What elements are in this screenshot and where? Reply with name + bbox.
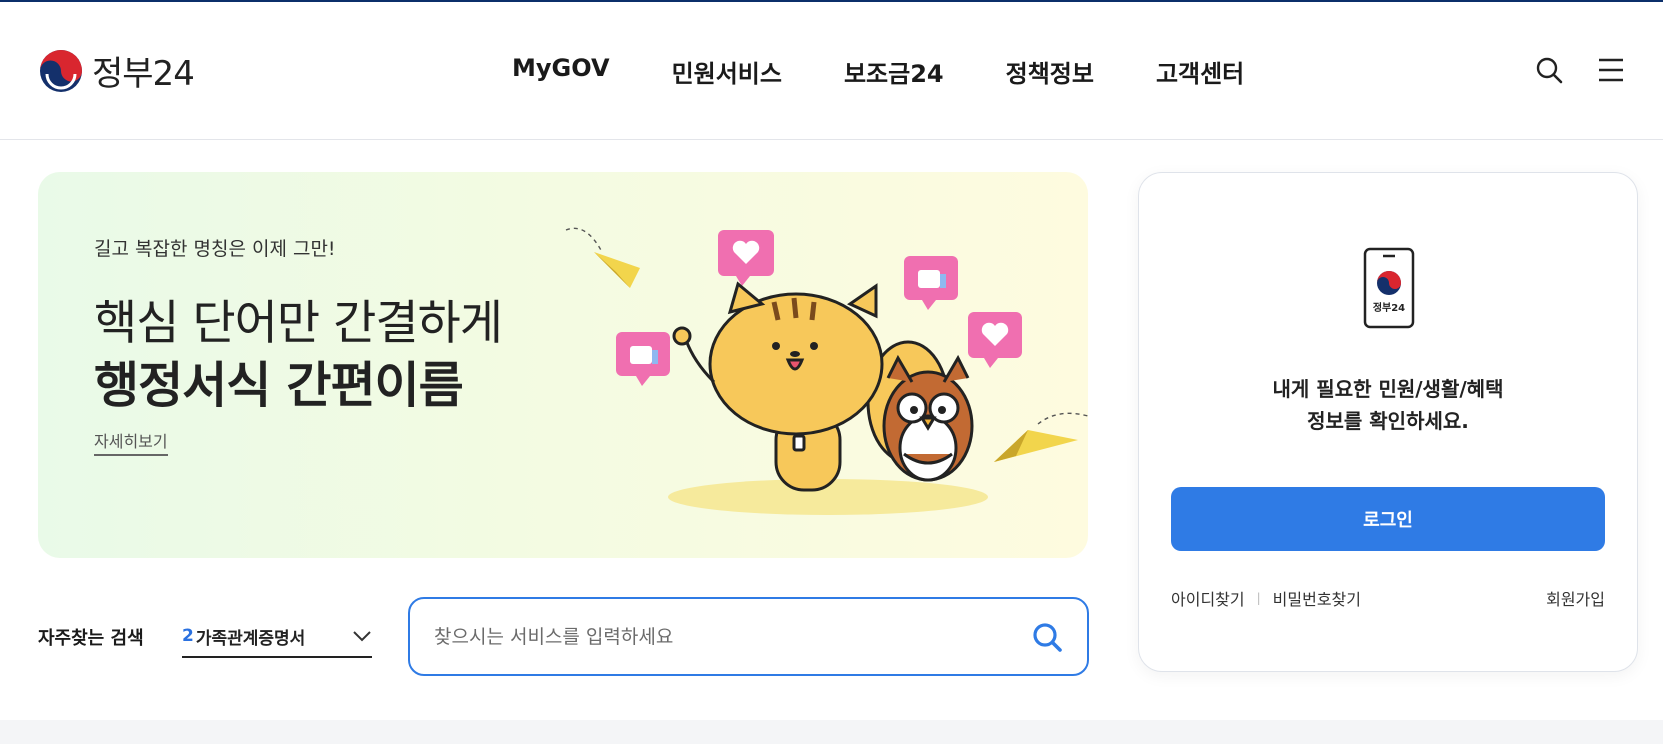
paper-plane-icon (565, 227, 640, 288)
search-input[interactable] (434, 619, 994, 655)
header-search-button[interactable] (1533, 54, 1565, 86)
search-submit-button[interactable] (1027, 617, 1067, 657)
login-button[interactable]: 로그인 (1171, 487, 1605, 551)
login-card-message-line1: 내게 필요한 민원/생활/혜택 (1272, 377, 1504, 401)
banner-subtitle: 길고 복잡한 명칭은 이제 그만! (94, 238, 336, 260)
frequent-search-rank: 2 (182, 626, 194, 646)
find-password-link[interactable]: 비밀번호찾기 (1273, 586, 1361, 610)
banner-more-link[interactable]: 자세히보기 (94, 428, 168, 456)
taegeuk-logo-icon (40, 49, 82, 92)
header-actions (1533, 54, 1627, 86)
account-links: 아이디찾기 | 비밀번호찾기 회원가입 (1171, 586, 1605, 610)
logo-text: 정부24 (92, 54, 195, 94)
thumbs-up-bubble-icon (616, 332, 670, 386)
main-search-box (408, 597, 1089, 676)
header-menu-button[interactable] (1595, 54, 1627, 86)
promo-banner[interactable]: 길고 복잡한 명칭은 이제 그만! 핵심 단어만 간결하게 행정서식 간편이름 … (38, 172, 1088, 558)
login-card-message-line2: 정보를 확인하세요. (1307, 409, 1469, 433)
menu-icon (1599, 58, 1623, 82)
frequent-search-term: 가족관계증명서 (195, 628, 306, 649)
nav-item-civil-services[interactable]: 민원서비스 (672, 54, 782, 89)
login-card-message: 내게 필요한 민원/생활/혜택 정보를 확인하세요. (1139, 373, 1637, 437)
phone-label: 정부24 (1373, 301, 1405, 314)
nav-item-mygov[interactable]: MyGOV (512, 54, 610, 89)
paper-plane-icon (994, 412, 1088, 462)
find-id-link[interactable]: 아이디찾기 (1171, 586, 1245, 610)
nav-item-subsidy24[interactable]: 보조금24 (844, 54, 944, 89)
chevron-down-icon (353, 631, 371, 642)
next-section-strip (0, 720, 1663, 744)
signup-link[interactable]: 회원가입 (1546, 586, 1605, 610)
search-icon (1033, 623, 1062, 652)
banner-title-line1: 핵심 단어만 간결하게 (94, 296, 503, 351)
banner-title-line2: 행정서식 간편이름 (94, 357, 464, 414)
frequent-search-label: 자주찾는 검색 (38, 628, 144, 649)
global-nav: MyGOV 민원서비스 보조금24 정책정보 고객센터 (512, 54, 1306, 89)
frequent-search-dropdown[interactable]: 2 가족관계증명서 (182, 616, 372, 658)
heart-bubble-icon (968, 312, 1022, 368)
login-card: 정부24 내게 필요한 민원/생활/혜택 정보를 확인하세요. 로그인 아이디찾… (1138, 172, 1638, 672)
link-separator: | (1256, 591, 1261, 605)
banner-illustration (565, 227, 1088, 515)
thumbs-up-bubble-icon (904, 256, 958, 310)
site-logo[interactable]: 정부24 (38, 46, 195, 95)
site-header: 정부24 MyGOV 민원서비스 보조금24 정책정보 고객센터 (0, 2, 1663, 140)
nav-item-customer-center[interactable]: 고객센터 (1156, 54, 1244, 89)
owl-character (882, 354, 974, 482)
mobile-phone-icon: 정부24 (1363, 247, 1415, 329)
heart-bubble-icon (718, 230, 774, 286)
nav-item-policy-info[interactable]: 정책정보 (1006, 54, 1094, 89)
search-icon (1536, 57, 1563, 84)
